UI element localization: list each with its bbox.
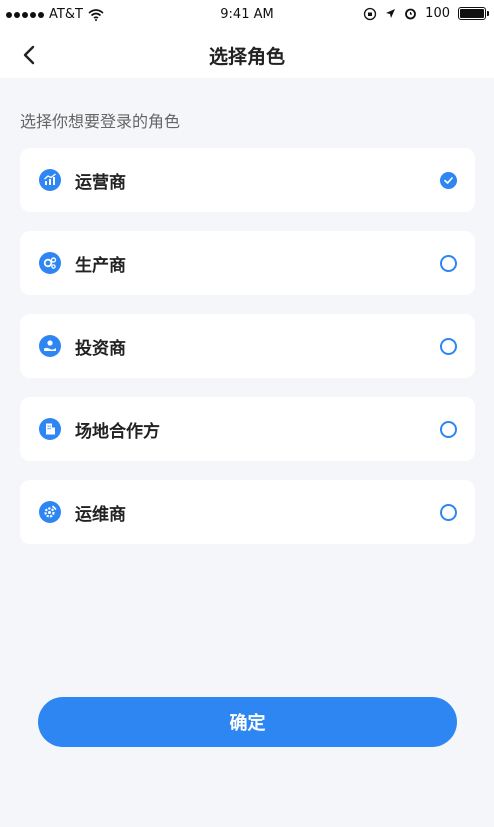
role-option-manufacturer[interactable]: 生产商 bbox=[20, 231, 475, 295]
role-list: 运营商 生产商 投资商 场地合作方 运维商 bbox=[20, 148, 475, 563]
check-icon bbox=[444, 177, 453, 184]
battery-percent: 100 bbox=[425, 6, 450, 21]
investor-icon bbox=[39, 335, 61, 357]
building-icon bbox=[39, 418, 61, 440]
chart-icon bbox=[39, 169, 61, 191]
nav-bar: 选择角色 bbox=[0, 30, 494, 78]
radio-unchecked[interactable] bbox=[440, 338, 457, 355]
location-icon bbox=[386, 9, 396, 18]
radio-checked[interactable] bbox=[440, 172, 457, 189]
gears-icon bbox=[39, 252, 61, 274]
role-option-maintainer[interactable]: 运维商 bbox=[20, 480, 475, 544]
role-label: 场地合作方 bbox=[75, 422, 160, 442]
role-prompt: 选择你想要登录的角色 bbox=[20, 112, 181, 131]
status-bar: AT&T 9:41 AM 100 bbox=[0, 0, 494, 30]
role-option-operator[interactable]: 运营商 bbox=[20, 148, 475, 212]
radio-unchecked[interactable] bbox=[440, 255, 457, 272]
role-option-venue-partner[interactable]: 场地合作方 bbox=[20, 397, 475, 461]
role-label: 运维商 bbox=[75, 505, 126, 525]
page-title: 选择角色 bbox=[208, 46, 285, 68]
role-label: 投资商 bbox=[75, 339, 126, 359]
radio-unchecked[interactable] bbox=[440, 421, 457, 438]
battery-icon bbox=[458, 7, 489, 20]
maintenance-icon bbox=[39, 501, 61, 523]
radio-unchecked[interactable] bbox=[440, 504, 457, 521]
role-option-investor[interactable]: 投资商 bbox=[20, 314, 475, 378]
role-label: 生产商 bbox=[75, 256, 126, 276]
alarm-icon bbox=[405, 8, 417, 20]
confirm-button[interactable]: 确定 bbox=[38, 697, 457, 747]
rotation-lock-icon bbox=[364, 7, 377, 20]
status-right: 100 bbox=[363, 6, 489, 21]
role-label: 运营商 bbox=[75, 173, 126, 193]
